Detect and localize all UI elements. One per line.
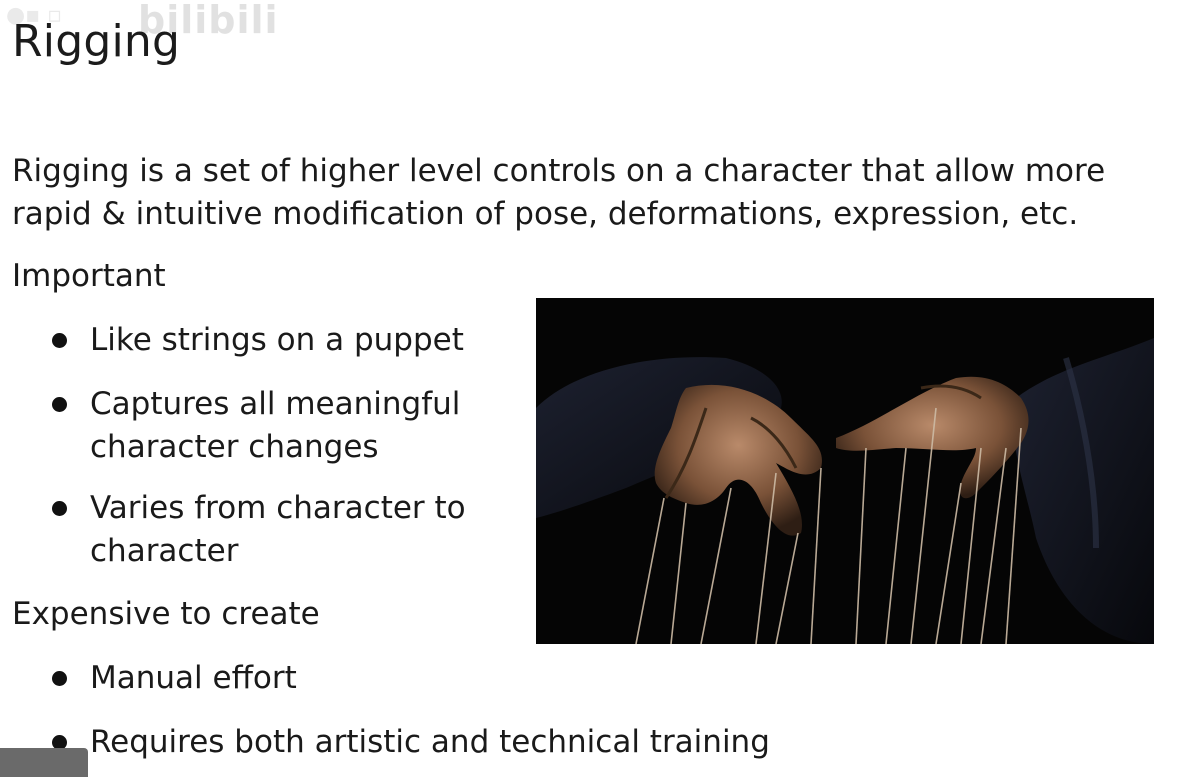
intro-paragraph: Rigging is a set of higher level control… (12, 153, 1106, 232)
bullet-dot (52, 333, 67, 348)
bullet-item: Varies from character to character (90, 490, 466, 569)
bullet-item: Like strings on a puppet (90, 322, 464, 358)
slide-title: Rigging (12, 16, 181, 67)
bullet-item: Manual effort (90, 660, 297, 696)
bullet-dot (52, 671, 67, 686)
section-heading-important: Important (12, 258, 166, 294)
webcam-overlay (0, 748, 88, 777)
bullet-item: Requires both artistic and technical tra… (90, 724, 770, 760)
section-heading-expensive: Expensive to create (12, 596, 320, 632)
puppet-hands-image (536, 298, 1154, 644)
hands-controlling-marionette-strings-icon (536, 298, 1154, 644)
bullet-item: Captures all meaningful character change… (90, 386, 461, 465)
bullet-dot (52, 501, 67, 516)
bullet-dot (52, 397, 67, 412)
